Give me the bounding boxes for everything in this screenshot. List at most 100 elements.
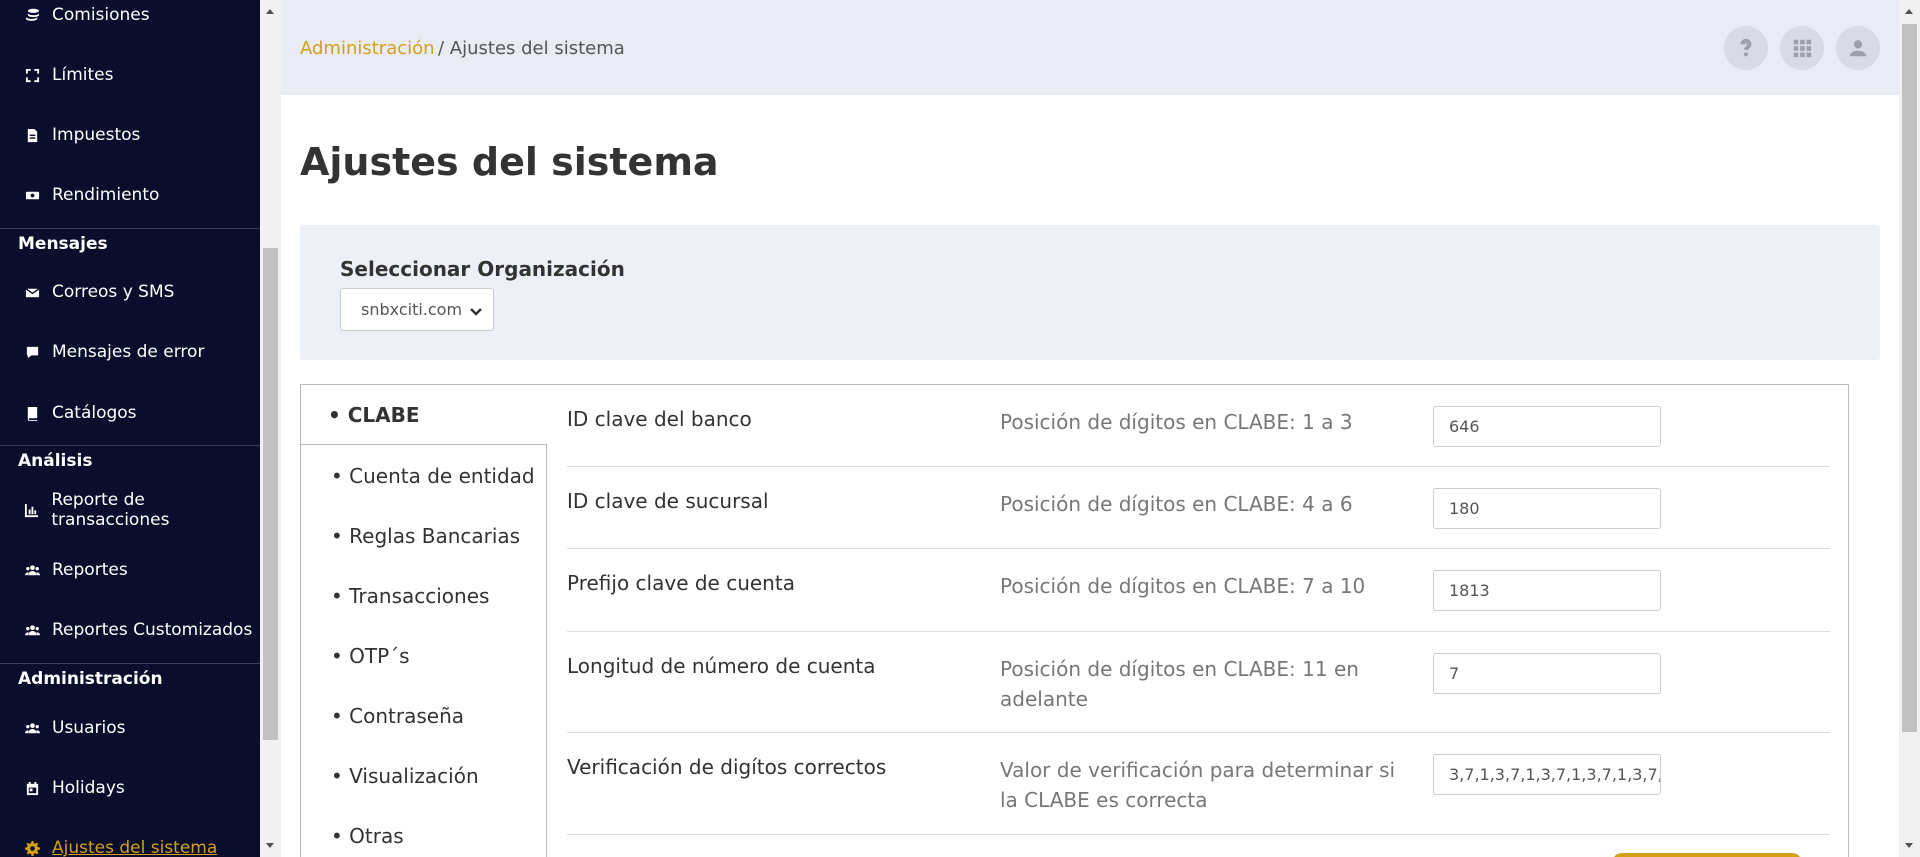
sidebar-item-mensajes-error[interactable]: Mensajes de error (0, 332, 260, 372)
sidebar-item-label: Correos y SMS (52, 282, 175, 302)
money-icon (24, 187, 40, 203)
tab-transacciones[interactable]: • Transacciones (301, 566, 547, 626)
tab-contrasena[interactable]: • Contraseña (301, 686, 547, 746)
tab-otps[interactable]: • OTP´s (301, 626, 547, 686)
sidebar-section-mensajes: Mensajes (18, 234, 108, 254)
chevron-down-icon (469, 303, 483, 322)
setting-value-input[interactable]: 1813 (1433, 570, 1661, 611)
setting-value-input[interactable]: 646 (1433, 406, 1661, 447)
setting-row: ID clave del banco Posición de dígitos e… (567, 385, 1830, 467)
sidebar-item-catalogos[interactable]: Catálogos (0, 393, 260, 433)
organization-selected-value: snbxciti.com (361, 300, 463, 319)
tab-visualizacion[interactable]: • Visualización (301, 746, 547, 806)
setting-description: Posición de dígitos en CLABE: 4 a 6 (1000, 492, 1353, 516)
calendar-icon (24, 780, 40, 796)
sidebar-item-label: Catálogos (52, 403, 137, 423)
envelope-icon (24, 284, 40, 300)
setting-value-input[interactable]: 3,7,1,3,7,1,3,7,1,3,7,1,3,7,1 (1433, 754, 1661, 795)
page-scrollbar-thumb[interactable] (1902, 24, 1917, 732)
tab-cuenta-entidad[interactable]: • Cuenta de entidad (301, 446, 547, 506)
setting-name: Verificación de digítos correctos (567, 755, 887, 779)
top-header: Administración / Ajustes del sistema (281, 0, 1899, 95)
page-title: Ajustes del sistema (300, 140, 719, 184)
users-icon (24, 622, 40, 638)
sidebar-item-ajustes-sistema[interactable]: Ajustes del sistema (0, 828, 260, 857)
help-icon (1740, 38, 1752, 57)
sidebar-item-usuarios[interactable]: Usuarios (0, 708, 260, 748)
sidebar-scrollbar[interactable] (260, 0, 281, 857)
sidebar-section-analisis: Análisis (18, 451, 93, 471)
save-button[interactable] (1612, 853, 1802, 857)
organization-panel: Seleccionar Organización snbxciti.com (300, 225, 1880, 360)
setting-row: Prefijo clave de cuenta Posición de dígi… (567, 549, 1830, 632)
gear-icon (24, 840, 40, 856)
organization-label: Seleccionar Organización (340, 257, 625, 281)
sidebar-item-holidays[interactable]: Holidays (0, 768, 260, 808)
file-invoice-icon (24, 127, 40, 143)
sidebar-divider (0, 663, 260, 664)
setting-value-input[interactable]: 180 (1433, 488, 1661, 529)
sidebar-item-reportes-customizados[interactable]: Reportes Customizados (0, 610, 260, 650)
chart-bar-icon (24, 502, 39, 518)
tab-clabe[interactable]: • CLABE (301, 385, 547, 445)
sidebar-item-label: Usuarios (52, 718, 126, 738)
user-menu-button[interactable] (1836, 26, 1880, 70)
scroll-down-arrow-icon[interactable] (266, 843, 274, 848)
sidebar-item-comisiones[interactable]: Comisiones (0, 0, 260, 35)
setting-description: Valor de verificación para determinar si… (1000, 758, 1396, 812)
tab-reglas-bancarias[interactable]: • Reglas Bancarias (301, 506, 547, 566)
apps-grid-icon (1793, 39, 1812, 58)
setting-row: Longitud de número de cuenta Posición de… (567, 632, 1830, 733)
sidebar-item-reporte-transacciones[interactable]: Reporte de transacciones (0, 490, 260, 530)
setting-description: Posición de dígitos en CLABE: 11 en adel… (1000, 657, 1359, 711)
sidebar-item-label: Límites (52, 65, 114, 85)
page-scrollbar[interactable] (1899, 0, 1920, 857)
book-icon (24, 405, 40, 421)
setting-description: Posición de dígitos en CLABE: 7 a 10 (1000, 574, 1366, 598)
settings-tab-list: • CLABE • Cuenta de entidad • Reglas Ban… (301, 385, 547, 857)
sidebar-item-label: Reportes (52, 560, 128, 580)
sidebar-item-correos-sms[interactable]: Correos y SMS (0, 272, 260, 312)
user-icon (1849, 40, 1867, 57)
setting-name: ID clave de sucursal (567, 489, 769, 513)
setting-name: Longitud de número de cuenta (567, 654, 876, 678)
sidebar-item-limites[interactable]: Límites (0, 55, 260, 95)
breadcrumb-link-administracion[interactable]: Administración (300, 38, 435, 59)
coins-icon (24, 7, 40, 23)
sidebar-scrollbar-thumb[interactable] (263, 248, 278, 740)
breadcrumb-current: / Ajustes del sistema (438, 38, 625, 59)
sidebar-divider (0, 445, 260, 446)
sidebar-item-label: Reporte de transacciones (51, 490, 170, 530)
setting-value-input[interactable]: 7 (1433, 653, 1661, 694)
sidebar-item-label: Comisiones (52, 5, 150, 25)
setting-name: ID clave del banco (567, 407, 752, 431)
users-icon (24, 562, 40, 578)
help-button[interactable] (1724, 26, 1768, 70)
setting-row: Verificación de digítos correctos Valor … (567, 733, 1830, 835)
scroll-up-arrow-icon[interactable] (1905, 9, 1913, 14)
sidebar-item-reportes[interactable]: Reportes (0, 550, 260, 590)
tab-otras[interactable]: • Otras (301, 806, 547, 857)
setting-description: Posición de dígitos en CLABE: 1 a 3 (1000, 410, 1353, 434)
sidebar-item-impuestos[interactable]: Impuestos (0, 115, 260, 155)
comment-icon (24, 344, 40, 360)
settings-box: • CLABE • Cuenta de entidad • Reglas Ban… (300, 384, 1849, 857)
sidebar-item-label: Impuestos (52, 125, 141, 145)
scroll-up-arrow-icon[interactable] (266, 9, 274, 14)
sidebar-item-label: Mensajes de error (52, 342, 205, 362)
organization-select[interactable]: snbxciti.com (340, 288, 494, 331)
sidebar-item-label: Rendimiento (52, 185, 160, 205)
sidebar: Comisiones Límites Impuestos Rendimiento… (0, 0, 260, 857)
sidebar-divider (0, 228, 260, 229)
scroll-down-arrow-icon[interactable] (1905, 843, 1913, 848)
setting-name: Prefijo clave de cuenta (567, 571, 795, 595)
expand-icon (24, 67, 40, 83)
sidebar-section-administracion: Administración (18, 669, 163, 689)
sidebar-item-rendimiento[interactable]: Rendimiento (0, 175, 260, 215)
users-icon (24, 720, 40, 736)
apps-button[interactable] (1780, 26, 1824, 70)
sidebar-item-label: Holidays (52, 778, 125, 798)
sidebar-item-label: Ajustes del sistema (52, 838, 218, 857)
sidebar-item-label: Reportes Customizados (52, 620, 253, 640)
setting-row: ID clave de sucursal Posición de dígitos… (567, 467, 1830, 549)
